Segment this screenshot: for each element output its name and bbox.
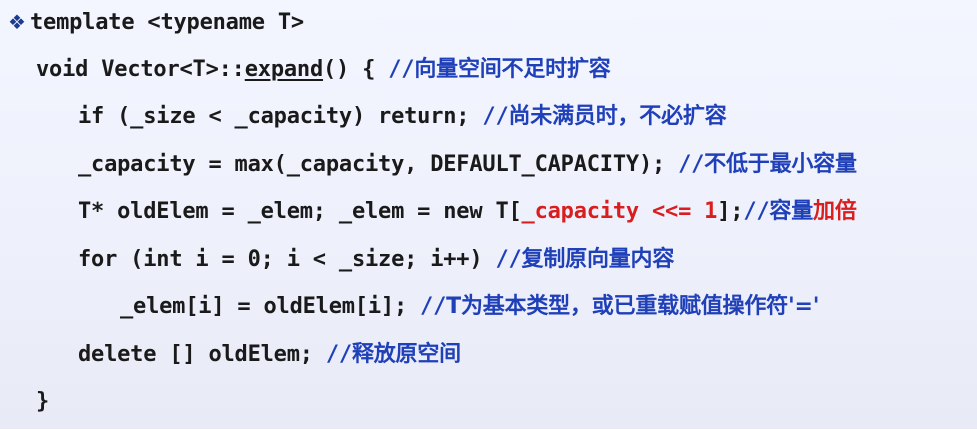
code-line-6: for (int i = 0; i < _size; i++) //复制原向量内… xyxy=(0,240,977,288)
bullet-icon: ❖ xyxy=(8,10,26,34)
code-line-2: void Vector<T>::expand() { //向量空间不足时扩容 xyxy=(0,50,977,98)
highlighted-comment: 加倍 xyxy=(813,199,857,224)
comment-marker: // xyxy=(388,56,415,82)
comment-text: 向量空间不足时扩容 xyxy=(414,56,611,82)
comment-marker: // xyxy=(495,246,522,272)
code-text: for (int i = 0; i < _size; i++) xyxy=(78,246,496,272)
code-text: if (_size < _capacity) return; xyxy=(78,104,483,129)
comment-marker: // xyxy=(482,104,509,129)
highlighted-code: _capacity <<= 1 xyxy=(521,199,718,224)
comment-text: 不低于最小容量 xyxy=(704,151,857,177)
code-text: delete [] oldElem; xyxy=(78,341,326,367)
code-line-9: } xyxy=(0,382,977,430)
code-line-4: _capacity = max(_capacity, DEFAULT_CAPAC… xyxy=(0,145,977,193)
code-text: _elem[i] = oldElem[i]; xyxy=(120,294,421,319)
comment-text: 复制原向量内容 xyxy=(521,246,675,272)
code-text: ]; xyxy=(717,199,744,224)
slide: ❖ template <typename T> void Vector<T>::e… xyxy=(0,0,977,429)
comment-text: 释放原空间 xyxy=(351,341,461,367)
comment-marker: // xyxy=(420,294,447,319)
code-line-5: T* oldElem = _elem; _elem = new T[_capac… xyxy=(0,192,977,240)
comment-marker: // xyxy=(325,341,352,367)
code-line-1: ❖ template <typename T> xyxy=(0,2,977,50)
function-name: expand xyxy=(244,56,324,82)
comment-text: 容量 xyxy=(769,199,814,224)
code-block: ❖ template <typename T> void Vector<T>::e… xyxy=(0,2,977,430)
comment-text: 尚未满员时，不必扩容 xyxy=(508,104,727,129)
comment-marker: // xyxy=(678,151,705,177)
code-line-7: _elem[i] = oldElem[i]; //T为基本类型，或已重载赋值操作… xyxy=(0,287,977,335)
code-line-8: delete [] oldElem; //释放原空间 xyxy=(0,335,977,383)
code-text: template <typename T> xyxy=(30,10,304,35)
code-text: void Vector<T>:: xyxy=(36,56,245,82)
comment-marker: // xyxy=(743,199,770,224)
code-line-3: if (_size < _capacity) return; //尚未满员时，不… xyxy=(0,97,977,145)
code-text: } xyxy=(36,389,50,414)
code-text: _capacity = max(_capacity, DEFAULT_CAPAC… xyxy=(78,151,679,177)
code-text: T* oldElem = _elem; _elem = new T[ xyxy=(78,199,522,224)
comment-text: T为基本类型，或已重载赋值操作符'=' xyxy=(446,294,820,319)
code-text: () { xyxy=(323,56,389,82)
